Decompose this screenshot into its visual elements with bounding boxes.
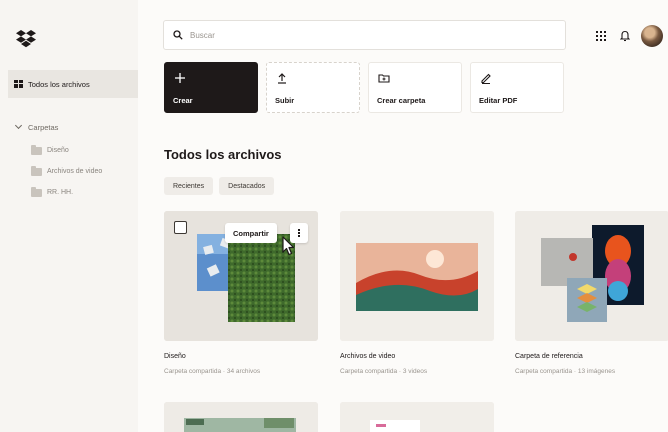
files-icon <box>14 80 23 88</box>
more-vertical-icon <box>298 229 300 237</box>
cursor-pointer-icon <box>282 236 295 256</box>
filter-recientes[interactable]: Recientes <box>164 177 214 195</box>
folder-thumbnail <box>340 211 494 341</box>
sidebar-item-diseno[interactable]: Diseño <box>8 140 138 161</box>
create-folder-label: Crear carpeta <box>377 96 426 105</box>
create-button[interactable]: Crear <box>164 62 258 113</box>
sidebar-item-all-files[interactable]: Todos los archivos <box>8 70 138 98</box>
folder-thumbnail <box>164 402 318 432</box>
search-input[interactable]: Buscar <box>163 20 566 50</box>
upload-icon <box>278 73 286 84</box>
filter-pills: Recientes Destacados <box>164 177 275 195</box>
folder-card-carpeta-de-referencia[interactable] <box>515 211 668 341</box>
folder-icon <box>31 165 42 176</box>
sidebar-item-label: RR. HH. <box>47 189 74 196</box>
folder-card-archivos-de-video[interactable] <box>340 211 494 341</box>
plus-icon <box>175 73 185 83</box>
chevron-down-icon <box>14 121 23 130</box>
sidebar-item-label: Archivos de video <box>47 168 103 175</box>
pen-icon <box>481 73 491 84</box>
folder-card-partial[interactable] <box>164 402 318 432</box>
avatar[interactable] <box>641 25 663 47</box>
quick-actions: Crear Subir Crear carpeta Editar PDF <box>164 62 564 113</box>
app-grid-icon[interactable] <box>596 31 606 41</box>
create-folder-button[interactable]: Crear carpeta <box>368 62 462 113</box>
card-meta: Carpeta compartida · 3 videos <box>340 368 428 375</box>
select-checkbox[interactable] <box>174 221 187 234</box>
sidebar-section-label: Carpetas <box>28 122 59 132</box>
sidebar: Todos los archivos Carpetas Diseño Archi… <box>8 8 138 432</box>
sidebar-item-rr-hh[interactable]: RR. HH. <box>8 182 138 203</box>
edit-pdf-label: Editar PDF <box>479 96 518 105</box>
folder-icon <box>31 186 42 197</box>
filter-destacados[interactable]: Destacados <box>219 177 275 195</box>
folder-thumbnail <box>340 402 494 432</box>
sidebar-item-archivos-de-video[interactable]: Archivos de video <box>8 161 138 182</box>
search-placeholder: Buscar <box>190 30 215 40</box>
folder-plus-icon <box>378 74 390 83</box>
card-meta: Carpeta compartida · 13 imágenes <box>515 368 616 375</box>
card-meta: Carpeta compartida · 34 archivos <box>164 368 261 375</box>
card-name[interactable]: Diseño <box>164 353 186 360</box>
edit-pdf-button[interactable]: Editar PDF <box>470 62 564 113</box>
upload-button[interactable]: Subir <box>266 62 360 113</box>
folder-icon <box>31 144 42 155</box>
sidebar-item-label: Todos los archivos <box>28 79 90 89</box>
bell-icon[interactable] <box>620 30 630 42</box>
page-title: Todos los archivos <box>164 147 282 162</box>
sidebar-section-toggle[interactable]: Carpetas <box>8 120 138 134</box>
create-label: Crear <box>173 96 193 105</box>
search-icon <box>173 30 183 40</box>
folder-card-diseno[interactable]: Compartir <box>164 211 318 341</box>
header-icons <box>596 25 663 47</box>
main-content: Buscar Crear Subir Crear carpeta Editar … <box>138 0 668 432</box>
dropbox-logo-icon[interactable] <box>16 30 36 48</box>
card-name[interactable]: Carpeta de referencia <box>515 353 583 360</box>
folder-card-partial[interactable] <box>340 402 494 432</box>
sidebar-folders-section: Carpetas Diseño Archivos de video RR. HH… <box>8 120 138 203</box>
sidebar-item-label: Diseño <box>47 147 69 154</box>
upload-label: Subir <box>275 96 295 105</box>
share-button[interactable]: Compartir <box>225 223 277 243</box>
card-name[interactable]: Archivos de video <box>340 353 395 360</box>
folder-thumbnail <box>515 211 668 341</box>
